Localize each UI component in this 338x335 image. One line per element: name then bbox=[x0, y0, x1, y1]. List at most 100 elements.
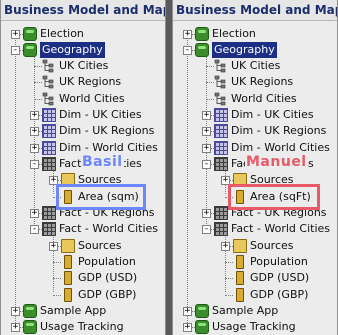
database-cube-icon bbox=[23, 304, 37, 318]
expand-icon[interactable]: + bbox=[183, 307, 192, 316]
tree-node-label: Dim - UK Regions bbox=[231, 124, 327, 137]
tree-node-uk-cities[interactable]: UK Cities bbox=[173, 58, 337, 74]
tree-connector bbox=[225, 278, 233, 279]
expand-icon[interactable]: + bbox=[30, 209, 39, 218]
tree-node-world-cities[interactable]: World Cities bbox=[173, 91, 337, 107]
expand-icon[interactable]: + bbox=[221, 242, 230, 251]
tree-node-geography[interactable]: - Geography bbox=[1, 42, 165, 58]
tree-connector bbox=[53, 278, 61, 279]
panel-title: Business Model and Mapping bbox=[1, 0, 165, 21]
tree-node-dim-uk-regions[interactable]: + Dim - UK Regions bbox=[173, 123, 337, 139]
tree-node-label: Dim - UK Regions bbox=[59, 124, 155, 137]
fact-table-icon bbox=[214, 222, 228, 236]
tree-node-dim-uk-cities[interactable]: + Dim - UK Cities bbox=[173, 107, 337, 123]
tree-node-label: Election bbox=[40, 27, 84, 40]
tree-node-label: Sample App bbox=[40, 304, 107, 317]
expand-icon[interactable]: + bbox=[183, 30, 192, 39]
tree-connector bbox=[34, 82, 42, 83]
tree-node-label: Population bbox=[78, 255, 136, 268]
tree-node-uk-regions[interactable]: UK Regions bbox=[173, 74, 337, 90]
tree-node-gdp-usd[interactable]: GDP (USD) bbox=[1, 270, 165, 286]
collapse-icon[interactable]: - bbox=[202, 160, 211, 169]
hierarchy-icon bbox=[214, 59, 228, 73]
tree-node-label: GDP (GBP) bbox=[250, 288, 309, 301]
tree-connector bbox=[206, 99, 214, 100]
tree-node-election[interactable]: + Election bbox=[173, 26, 337, 42]
measure-column-icon bbox=[236, 255, 244, 269]
folder-icon bbox=[61, 239, 75, 253]
tree-node-sources-2[interactable]: + Sources bbox=[1, 238, 165, 254]
tree-node-fact-world-cities[interactable]: - Fact - World Cities bbox=[173, 221, 337, 237]
tree-node-uk-regions[interactable]: UK Regions bbox=[1, 74, 165, 90]
annotation-name-tag: Basil bbox=[81, 154, 124, 170]
tree-node-gdp-usd[interactable]: GDP (USD) bbox=[173, 270, 337, 286]
dimension-table-icon bbox=[214, 141, 228, 155]
tree-node-sample-app[interactable]: + Sample App bbox=[1, 303, 165, 319]
database-cube-icon bbox=[23, 27, 37, 41]
tree-node-fact-world-cities[interactable]: - Fact - World Cities bbox=[1, 221, 165, 237]
tree-node-sources-2[interactable]: + Sources bbox=[173, 238, 337, 254]
dimension-table-icon bbox=[214, 124, 228, 138]
hierarchy-icon bbox=[214, 92, 228, 106]
panel-title: Business Model and Mapping bbox=[173, 0, 337, 21]
tree-node-election[interactable]: + Election bbox=[1, 26, 165, 42]
expand-icon[interactable]: + bbox=[202, 111, 211, 120]
tree-node-geography[interactable]: - Geography bbox=[173, 42, 337, 58]
fact-table-icon bbox=[42, 157, 56, 171]
tree-connector bbox=[206, 66, 214, 67]
expand-icon[interactable]: + bbox=[49, 242, 58, 251]
dimension-table-icon bbox=[42, 108, 56, 122]
fact-table-icon bbox=[214, 206, 228, 220]
tree-node-gdp-gbp[interactable]: GDP (GBP) bbox=[1, 287, 165, 303]
expand-icon[interactable]: + bbox=[11, 323, 20, 332]
measure-column-icon bbox=[64, 288, 72, 302]
tree-node-label: Population bbox=[250, 255, 308, 268]
tree-connector bbox=[34, 99, 42, 100]
dimension-table-icon bbox=[42, 141, 56, 155]
expand-icon[interactable]: + bbox=[30, 111, 39, 120]
tree-node-label: GDP (GBP) bbox=[78, 288, 137, 301]
tree-connector bbox=[34, 66, 42, 67]
expand-icon[interactable]: + bbox=[202, 144, 211, 153]
tree-node-dim-uk-regions[interactable]: + Dim - UK Regions bbox=[1, 123, 165, 139]
tree-node-dim-uk-cities[interactable]: + Dim - UK Cities bbox=[1, 107, 165, 123]
database-cube-icon bbox=[195, 320, 209, 334]
tree-node-population[interactable]: Population bbox=[173, 254, 337, 270]
expand-icon[interactable]: + bbox=[202, 209, 211, 218]
tree-node-label: Sources bbox=[250, 239, 294, 252]
collapse-icon[interactable]: - bbox=[30, 225, 39, 234]
hierarchy-icon bbox=[42, 59, 56, 73]
tree-node-label: World Cities bbox=[231, 92, 297, 105]
tree-node-sample-app[interactable]: + Sample App bbox=[173, 303, 337, 319]
expand-icon[interactable]: + bbox=[30, 127, 39, 136]
tree-node-label: UK Regions bbox=[59, 75, 122, 88]
expand-icon[interactable]: + bbox=[30, 144, 39, 153]
tree-node-label: World Cities bbox=[59, 92, 125, 105]
collapse-icon[interactable]: - bbox=[202, 225, 211, 234]
collapse-icon[interactable]: - bbox=[11, 46, 20, 55]
tree-node-label: Election bbox=[212, 27, 256, 40]
tree-node-world-cities[interactable]: World Cities bbox=[1, 91, 165, 107]
tree-node-label: Usage Tracking bbox=[40, 320, 124, 333]
tree-node-label: GDP (USD) bbox=[250, 271, 310, 284]
expand-icon[interactable]: + bbox=[202, 127, 211, 136]
tree-node-population[interactable]: Population bbox=[1, 254, 165, 270]
tree-node-usage-tracking[interactable]: + Usage Tracking bbox=[1, 319, 165, 335]
folder-icon bbox=[233, 239, 247, 253]
annotation-callout-box bbox=[56, 184, 146, 210]
expand-icon[interactable]: + bbox=[11, 30, 20, 39]
tree-node-label: Dim - UK Cities bbox=[231, 108, 314, 121]
tree-node-usage-tracking[interactable]: + Usage Tracking bbox=[173, 319, 337, 335]
tree-node-gdp-gbp[interactable]: GDP (GBP) bbox=[173, 287, 337, 303]
measure-column-icon bbox=[64, 271, 72, 285]
database-cube-icon bbox=[195, 43, 209, 57]
expand-icon[interactable]: + bbox=[11, 307, 20, 316]
measure-column-icon bbox=[236, 288, 244, 302]
tree-node-uk-cities[interactable]: UK Cities bbox=[1, 58, 165, 74]
tree-node-label: Geography bbox=[212, 42, 277, 58]
collapse-icon[interactable]: - bbox=[183, 46, 192, 55]
fact-table-icon bbox=[214, 157, 228, 171]
expand-icon[interactable]: + bbox=[183, 323, 192, 332]
collapse-icon[interactable]: - bbox=[30, 160, 39, 169]
tree-node-label: UK Cities bbox=[231, 59, 281, 72]
